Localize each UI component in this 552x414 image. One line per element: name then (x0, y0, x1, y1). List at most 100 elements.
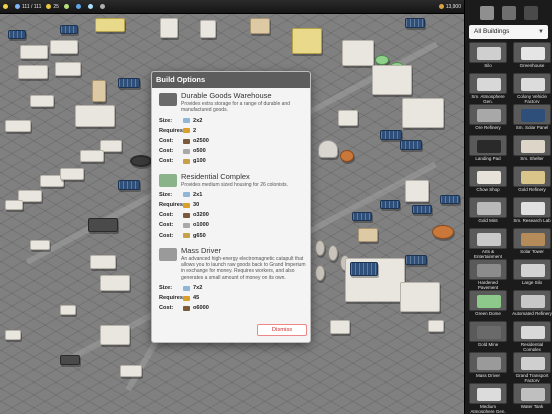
building-tile[interactable]: Water Tank (512, 383, 552, 413)
build-option[interactable]: Residential Complex Provides medium sized… (156, 172, 306, 241)
building[interactable] (315, 240, 325, 256)
building[interactable] (340, 150, 354, 162)
resource-indicator[interactable] (63, 4, 71, 9)
building[interactable] (60, 305, 76, 315)
building-tile[interactable]: Hardened Pavement (468, 259, 508, 289)
resource-bar: 111 / 111 25 13,900 (0, 0, 464, 14)
building[interactable] (60, 25, 78, 34)
metal-icon (99, 4, 105, 9)
building[interactable] (200, 20, 216, 38)
building[interactable] (440, 195, 460, 204)
building[interactable] (5, 200, 23, 210)
building[interactable] (342, 40, 374, 66)
building-tile[interactable]: Large Silo (512, 259, 552, 289)
building[interactable] (400, 140, 422, 150)
dismiss-button[interactable]: Dismiss (257, 324, 307, 336)
building[interactable] (95, 18, 125, 32)
resource-indicator[interactable] (3, 4, 10, 9)
building-tile[interactable]: Gold Refinery (512, 166, 552, 196)
resource-indicator[interactable] (99, 4, 107, 9)
build-option[interactable]: Mass Driver An advanced high-energy elect… (156, 246, 306, 314)
building-tile[interactable]: Residential Complex (512, 321, 552, 351)
building-tile[interactable]: Automated Refinery (512, 290, 552, 320)
resource-indicator[interactable]: 111 / 111 (15, 4, 41, 10)
building[interactable] (8, 30, 26, 39)
building[interactable] (402, 98, 444, 128)
crate-icon[interactable] (523, 6, 538, 20)
building[interactable] (372, 65, 412, 95)
building-tile[interactable]: Green Dome (468, 290, 508, 320)
building[interactable] (318, 140, 338, 158)
build-option[interactable]: Durable Goods Warehouse Provides extra st… (156, 91, 306, 167)
building[interactable] (428, 320, 444, 332)
rover-icon[interactable] (479, 6, 494, 20)
building[interactable] (250, 18, 270, 34)
building[interactable] (88, 218, 118, 232)
building[interactable] (60, 168, 84, 180)
building[interactable] (55, 62, 81, 76)
building[interactable] (118, 78, 140, 88)
building[interactable] (18, 65, 48, 79)
building[interactable] (160, 18, 178, 38)
building[interactable] (20, 45, 48, 59)
resource-indicator[interactable]: 13,900 (438, 4, 461, 10)
building[interactable] (100, 325, 130, 345)
building-tile[interactable]: Mass Driver (468, 352, 508, 382)
building[interactable] (338, 110, 358, 126)
building[interactable] (328, 245, 338, 261)
building-tile[interactable]: Medium Atmosphere Gen. (468, 383, 508, 413)
building-filter-select[interactable]: All Buildings ▼ (469, 25, 548, 39)
building[interactable] (5, 330, 21, 340)
building[interactable] (75, 105, 115, 127)
building[interactable] (92, 80, 106, 102)
building[interactable] (375, 55, 389, 65)
building[interactable] (350, 262, 378, 276)
building[interactable] (380, 200, 400, 209)
resource-indicator[interactable]: 25 (46, 4, 59, 10)
building[interactable] (352, 212, 372, 221)
option-description: Provides medium sized housing for 26 col… (181, 181, 288, 188)
building[interactable] (90, 255, 116, 269)
building[interactable] (400, 282, 440, 312)
building[interactable] (405, 18, 425, 28)
building-tile-label: Gold Refinery (518, 187, 546, 192)
building[interactable] (50, 40, 78, 54)
building-tile[interactable]: Greenhouse (512, 42, 552, 72)
building[interactable] (358, 228, 378, 242)
building[interactable] (120, 365, 142, 377)
building[interactable] (330, 320, 350, 334)
building[interactable] (100, 275, 130, 291)
building[interactable] (30, 95, 54, 107)
building-tile[interactable]: Arts & Entertainment Center (468, 228, 508, 258)
building[interactable] (412, 205, 432, 214)
building-tile[interactable]: Sm. Research Lab (512, 197, 552, 227)
building-tile-label: Gold Mine (477, 342, 499, 347)
building[interactable] (118, 180, 140, 190)
building-tile[interactable]: Gold Mint (468, 197, 508, 227)
building-tile[interactable]: Landing Pad (468, 135, 508, 165)
building[interactable] (30, 240, 50, 250)
building-tile[interactable]: Sm. Atmosphere Gen. (468, 73, 508, 103)
colonist-icon (15, 4, 20, 9)
resource-indicator[interactable] (75, 4, 83, 9)
building[interactable] (405, 180, 429, 202)
building[interactable] (60, 355, 80, 365)
building[interactable] (80, 150, 104, 162)
building[interactable] (315, 265, 325, 281)
building-tile[interactable]: Sm. Solar Panel (512, 104, 552, 134)
building[interactable] (292, 28, 322, 54)
building-tile[interactable]: Colony Vehicle Factory (512, 73, 552, 103)
building[interactable] (5, 120, 31, 132)
building-tile[interactable]: Chow Shop (468, 166, 508, 196)
building-tile[interactable]: Silo (468, 42, 508, 72)
building-tile[interactable]: Gold Mine (468, 321, 508, 351)
resource-indicator[interactable] (87, 4, 95, 9)
building-tile[interactable]: Grand Transport Factory (512, 352, 552, 382)
building[interactable] (380, 130, 402, 140)
building[interactable] (405, 255, 427, 265)
building[interactable] (432, 225, 454, 239)
building-tile[interactable]: Ore Refinery (468, 104, 508, 134)
building-tile[interactable]: Solar Tower (512, 228, 552, 258)
science-icon[interactable] (501, 6, 516, 20)
building-tile[interactable]: Sm. Shelter (512, 135, 552, 165)
